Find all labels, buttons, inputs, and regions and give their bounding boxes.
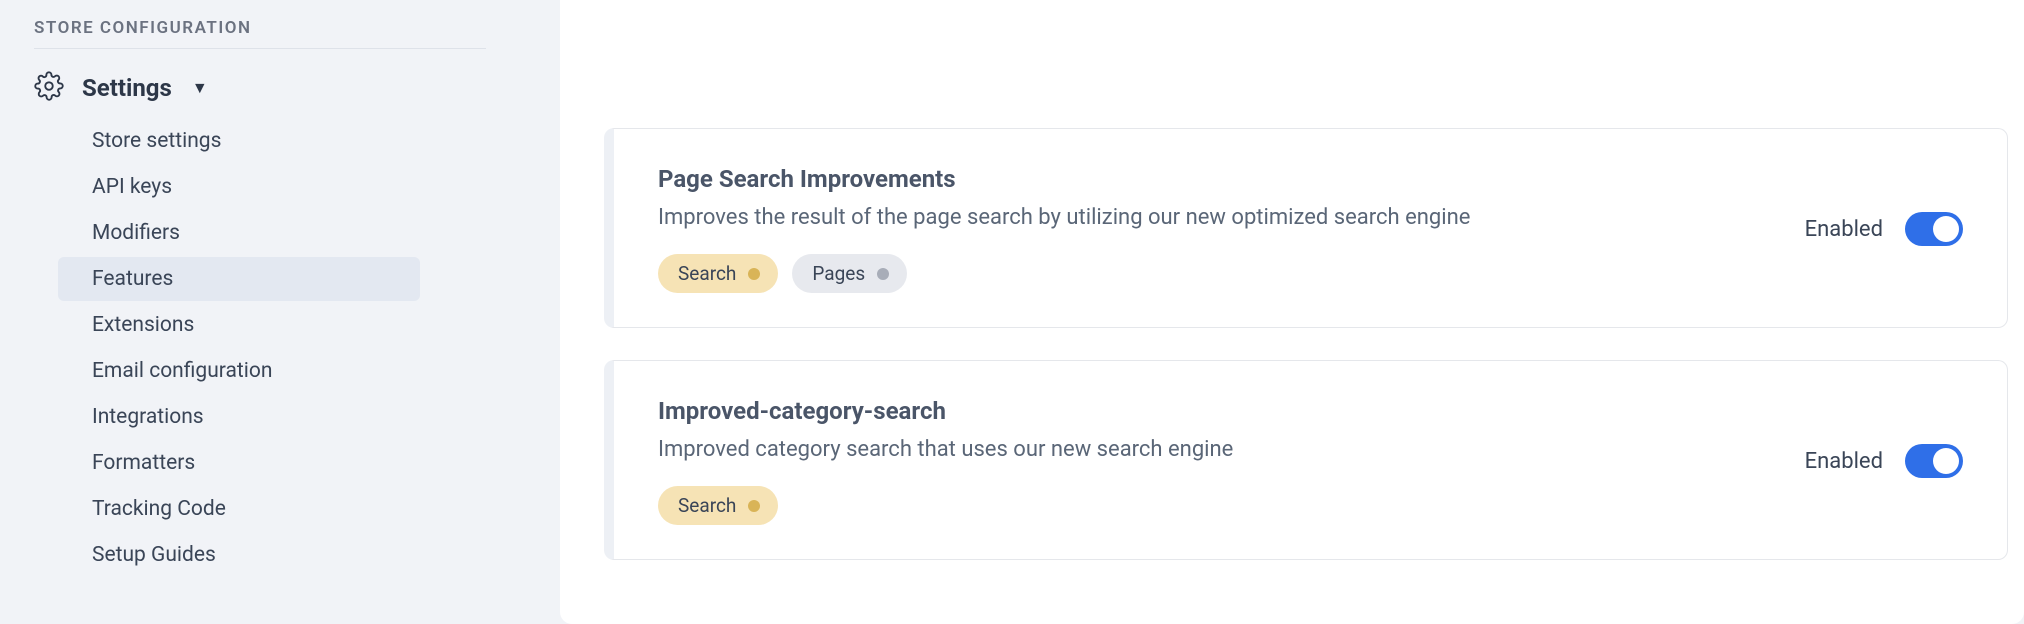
main-content: Page Search Improvements Improves the re… xyxy=(520,0,2024,624)
feature-card: Page Search Improvements Improves the re… xyxy=(604,128,2008,328)
tag-search: Search xyxy=(658,254,778,293)
tag-label: Search xyxy=(678,262,736,285)
feature-tags: Search Pages xyxy=(658,254,1805,293)
feature-description: Improved category search that uses our n… xyxy=(658,437,1805,462)
feature-toggle[interactable] xyxy=(1905,212,1963,246)
feature-info: Page Search Improvements Improves the re… xyxy=(658,165,1805,293)
settings-label: Settings xyxy=(82,74,172,102)
enabled-label: Enabled xyxy=(1805,217,1883,242)
toggle-knob xyxy=(1933,216,1959,242)
sidebar-item-extensions[interactable]: Extensions xyxy=(58,303,420,347)
feature-toggle[interactable] xyxy=(1905,444,1963,478)
feature-description: Improves the result of the page search b… xyxy=(658,205,1805,230)
sidebar: STORE CONFIGURATION Settings ▼ Store set… xyxy=(0,0,520,624)
sidebar-settings-header[interactable]: Settings ▼ xyxy=(0,65,520,119)
feature-controls: Enabled xyxy=(1805,444,1963,478)
feature-tags: Search xyxy=(658,486,1805,525)
sidebar-section-title: STORE CONFIGURATION xyxy=(0,18,520,42)
sidebar-item-integrations[interactable]: Integrations xyxy=(58,395,420,439)
sidebar-divider xyxy=(34,48,486,49)
sidebar-item-modifiers[interactable]: Modifiers xyxy=(58,211,420,255)
sidebar-item-tracking-code[interactable]: Tracking Code xyxy=(58,487,420,531)
chevron-down-icon: ▼ xyxy=(192,78,208,98)
sidebar-item-formatters[interactable]: Formatters xyxy=(58,441,420,485)
features-panel: Page Search Improvements Improves the re… xyxy=(560,0,2024,624)
sidebar-item-setup-guides[interactable]: Setup Guides xyxy=(58,533,420,577)
sidebar-nav-list: Store settings API keys Modifiers Featur… xyxy=(0,119,520,577)
feature-card: Improved-category-search Improved catego… xyxy=(604,360,2008,560)
enabled-label: Enabled xyxy=(1805,449,1883,474)
tag-label: Pages xyxy=(812,262,865,285)
sidebar-item-store-settings[interactable]: Store settings xyxy=(58,119,420,163)
sidebar-item-email-configuration[interactable]: Email configuration xyxy=(58,349,420,393)
sidebar-item-features[interactable]: Features xyxy=(58,257,420,301)
tag-label: Search xyxy=(678,494,736,517)
tag-pages: Pages xyxy=(792,254,907,293)
feature-info: Improved-category-search Improved catego… xyxy=(658,397,1805,525)
feature-title: Page Search Improvements xyxy=(658,165,1805,193)
gear-icon xyxy=(34,71,64,105)
tag-search: Search xyxy=(658,486,778,525)
dot-icon xyxy=(748,268,760,280)
feature-title: Improved-category-search xyxy=(658,397,1805,425)
dot-icon xyxy=(748,500,760,512)
toggle-knob xyxy=(1933,448,1959,474)
feature-controls: Enabled xyxy=(1805,212,1963,246)
sidebar-item-api-keys[interactable]: API keys xyxy=(58,165,420,209)
dot-icon xyxy=(877,268,889,280)
